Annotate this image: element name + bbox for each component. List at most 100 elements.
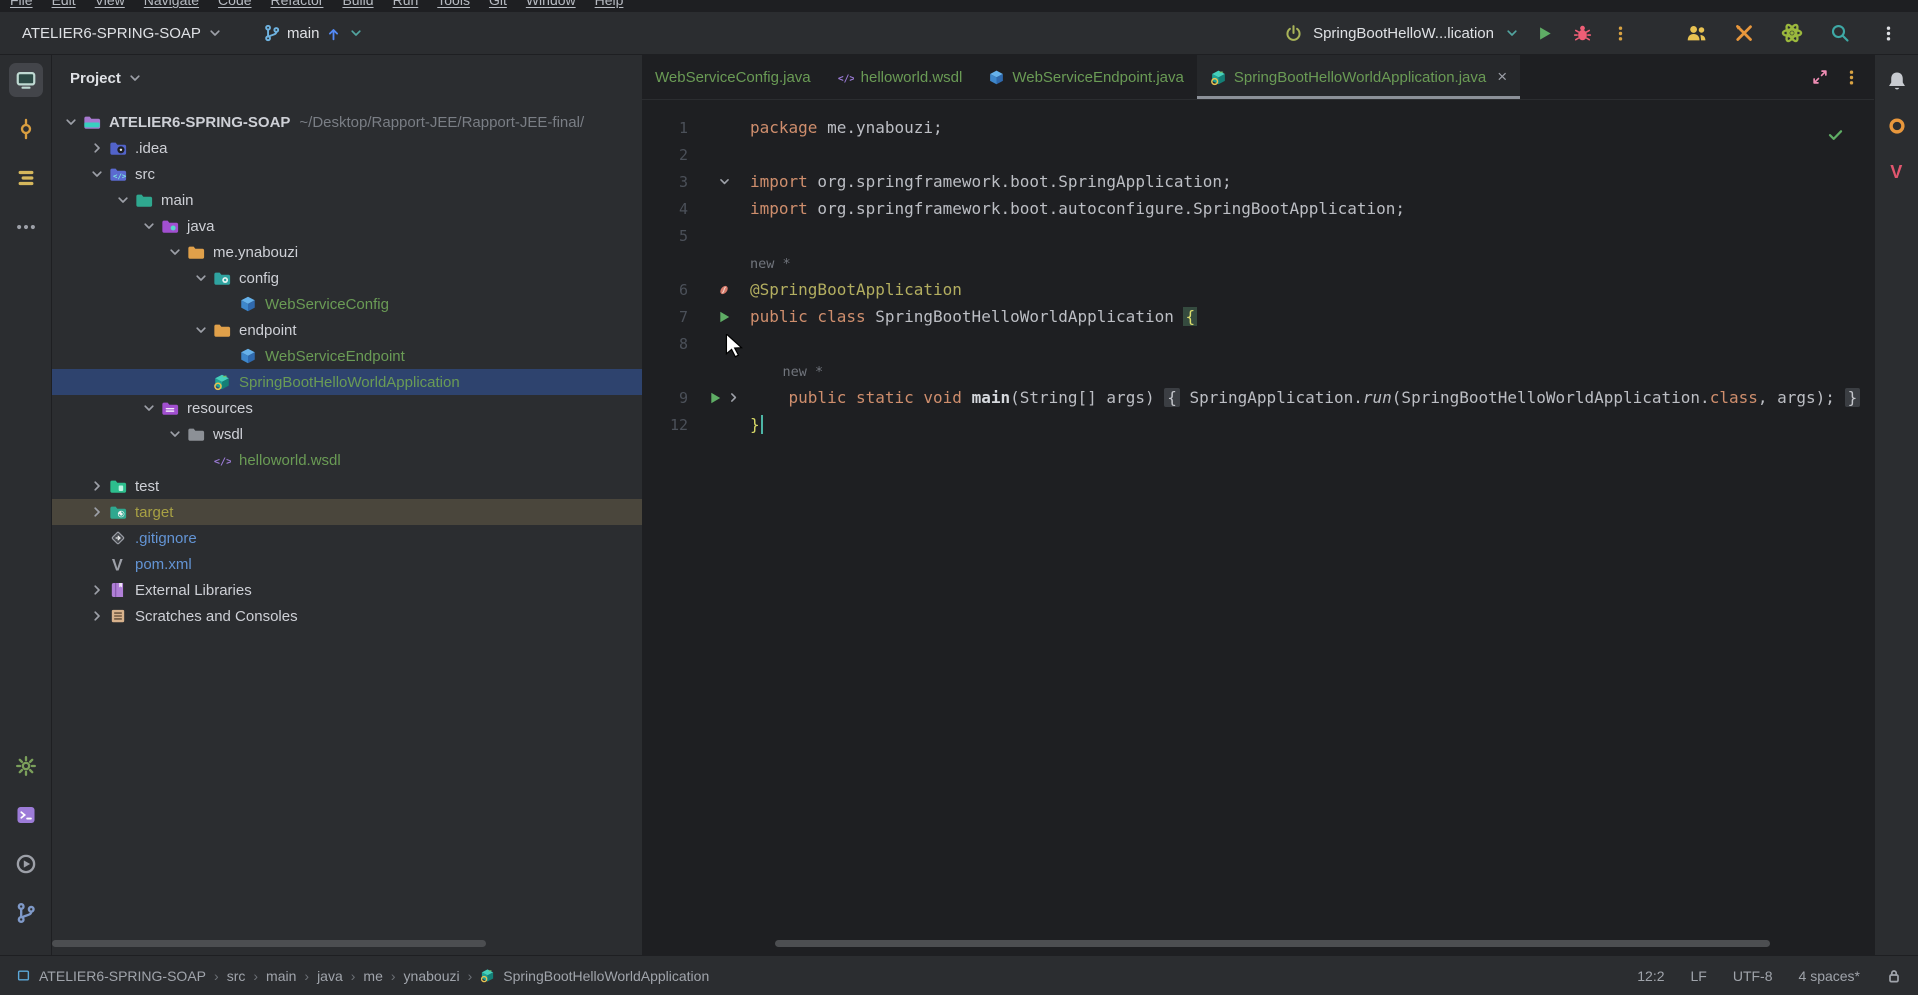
- tree-item-atelier6-spring-soap[interactable]: ATELIER6-SPRING-SOAP~/Desktop/Rapport-JE…: [52, 109, 642, 135]
- tree-item-helloworld-wsdl[interactable]: </>helloworld.wsdl: [52, 447, 642, 473]
- services-icon[interactable]: [9, 847, 43, 881]
- tree-item-target[interactable]: target: [52, 499, 642, 525]
- tree-item-wsdl[interactable]: wsdl: [52, 421, 642, 447]
- line-ending-widget[interactable]: LF: [1691, 968, 1707, 984]
- fold-collapsed-icon[interactable]: [726, 390, 741, 405]
- menu-help[interactable]: Help: [595, 0, 624, 8]
- code-line-2[interactable]: 2: [642, 141, 1874, 168]
- tree-item-pom-xml[interactable]: Vpom.xml: [52, 551, 642, 577]
- push-arrow-icon[interactable]: [325, 25, 342, 42]
- menu-navigate[interactable]: Navigate: [144, 0, 199, 8]
- run-config-selector[interactable]: SpringBootHelloW...lication: [1313, 25, 1494, 42]
- menu-run[interactable]: Run: [393, 0, 419, 8]
- code-line-6[interactable]: 6@SpringBootApplication: [642, 276, 1874, 303]
- gradle-icon[interactable]: [1883, 112, 1911, 140]
- more-run-options-button[interactable]: [1606, 19, 1634, 47]
- tree-item-gitignore[interactable]: .gitignore: [52, 525, 642, 551]
- tree-item-springboothelloworldapplication[interactable]: SpringBootHelloWorldApplication: [52, 369, 642, 395]
- tree-item-java[interactable]: java: [52, 213, 642, 239]
- chevron-right-icon[interactable]: [86, 140, 108, 156]
- spring-bean-gutter-icon[interactable]: [716, 282, 732, 298]
- encoding-widget[interactable]: UTF-8: [1733, 968, 1773, 984]
- tree-item-me-ynabouzi[interactable]: me.ynabouzi: [52, 239, 642, 265]
- chevron-down-icon[interactable]: [190, 322, 212, 338]
- code-line-4[interactable]: 4import org.springframework.boot.autocon…: [642, 195, 1874, 222]
- chevron-down-icon[interactable]: [164, 244, 186, 260]
- tree-item-webserviceendpoint[interactable]: WebServiceEndpoint: [52, 343, 642, 369]
- code-line-7[interactable]: 7public class SpringBootHelloWorldApplic…: [642, 303, 1874, 330]
- chevron-down-icon[interactable]: [138, 218, 160, 234]
- run-gutter-icon[interactable]: [707, 390, 723, 406]
- tab-springboothelloworldapplication-java[interactable]: SpringBootHelloWorldApplication.java×: [1197, 55, 1520, 99]
- menu-git[interactable]: Git: [489, 0, 507, 8]
- tree-item-resources[interactable]: resources: [52, 395, 642, 421]
- code-line-12[interactable]: 12}: [642, 411, 1874, 438]
- debug-button[interactable]: [1568, 19, 1596, 47]
- menu-edit[interactable]: Edit: [52, 0, 76, 8]
- tree-item-idea[interactable]: .idea: [52, 135, 642, 161]
- breadcrumb-item-springboothelloworldapplication[interactable]: SpringBootHelloWorldApplication: [503, 968, 709, 984]
- tree-item-endpoint[interactable]: endpoint: [52, 317, 642, 343]
- vcs-widget[interactable]: main: [263, 24, 365, 42]
- lock-icon[interactable]: [1886, 968, 1902, 984]
- run-gutter-icon[interactable]: [716, 309, 732, 325]
- tree-item-external-libraries[interactable]: External Libraries: [52, 577, 642, 603]
- chevron-down-icon[interactable]: [190, 270, 212, 286]
- code-line-1[interactable]: 1package me.ynabouzi;: [642, 114, 1874, 141]
- chevron-down-icon[interactable]: [112, 192, 134, 208]
- project-icon[interactable]: [9, 63, 43, 97]
- run-button[interactable]: [1530, 19, 1558, 47]
- more-icon[interactable]: [9, 210, 43, 244]
- breadcrumb-item-java[interactable]: java: [317, 968, 343, 984]
- commit-icon[interactable]: [9, 112, 43, 146]
- tree-item-src[interactable]: </>src: [52, 161, 642, 187]
- breadcrumb-item-src[interactable]: src: [227, 968, 246, 984]
- tree-item-scratches-and-consoles[interactable]: Scratches and Consoles: [52, 603, 642, 629]
- breadcrumb-item-atelier6-spring-soap[interactable]: ATELIER6-SPRING-SOAP: [39, 968, 206, 984]
- code-line-5[interactable]: 5: [642, 222, 1874, 249]
- tab-options-kebab-icon[interactable]: [1843, 69, 1860, 86]
- caret-position-widget[interactable]: 12:2: [1637, 968, 1664, 984]
- fold-expanded-icon[interactable]: [717, 174, 732, 189]
- menu-view[interactable]: View: [95, 0, 125, 8]
- main-menu-kebab-button[interactable]: [1874, 19, 1902, 47]
- code-line-8[interactable]: 8: [642, 330, 1874, 357]
- ai-atom-button[interactable]: [1778, 19, 1806, 47]
- tab-webserviceconfig-java[interactable]: WebServiceConfig.java: [642, 55, 824, 99]
- structure-icon[interactable]: [9, 161, 43, 195]
- tab-helloworld-wsdl[interactable]: </>helloworld.wsdl: [824, 55, 976, 99]
- settings-gear-icon[interactable]: [9, 749, 43, 783]
- breadcrumb-item-ynabouzi[interactable]: ynabouzi: [404, 968, 460, 984]
- chevron-down-icon[interactable]: [138, 400, 160, 416]
- tab-webserviceendpoint-java[interactable]: WebServiceEndpoint.java: [975, 55, 1197, 99]
- breadcrumb-item-me[interactable]: me: [363, 968, 382, 984]
- code-line-9[interactable]: 9 public static void main(String[] args)…: [642, 384, 1874, 411]
- chevron-down-icon[interactable]: [86, 166, 108, 182]
- git-branch-icon[interactable]: [9, 896, 43, 930]
- tools-button[interactable]: [1730, 19, 1758, 47]
- maven-icon[interactable]: V: [1883, 157, 1911, 185]
- chevron-right-icon[interactable]: [86, 478, 108, 494]
- expand-editor-icon[interactable]: [1811, 68, 1829, 86]
- terminal-icon[interactable]: [9, 798, 43, 832]
- code-with-me-users-button[interactable]: [1682, 19, 1710, 47]
- menu-build[interactable]: Build: [342, 0, 373, 8]
- menu-code[interactable]: Code: [218, 0, 251, 8]
- notifications-bell-icon[interactable]: [1883, 67, 1911, 95]
- project-panel-header[interactable]: Project: [52, 55, 642, 101]
- chevron-down-icon[interactable]: [60, 114, 82, 130]
- tree-item-main[interactable]: main: [52, 187, 642, 213]
- menu-window[interactable]: Window: [526, 0, 576, 8]
- chevron-right-icon[interactable]: [86, 582, 108, 598]
- project-selector[interactable]: ATELIER6-SPRING-SOAP: [22, 25, 223, 42]
- code-editor[interactable]: 1package me.ynabouzi;23import org.spring…: [642, 100, 1874, 955]
- project-panel-hscrollbar[interactable]: [52, 940, 486, 947]
- chevron-down-icon[interactable]: [127, 70, 143, 86]
- code-line-3[interactable]: 3import org.springframework.boot.SpringA…: [642, 168, 1874, 195]
- menu-tools[interactable]: Tools: [437, 0, 470, 8]
- tree-item-test[interactable]: test: [52, 473, 642, 499]
- close-tab-icon[interactable]: ×: [1497, 67, 1507, 87]
- breadcrumb-item-main[interactable]: main: [266, 968, 296, 984]
- search-everywhere-button[interactable]: [1826, 19, 1854, 47]
- indent-widget[interactable]: 4 spaces*: [1799, 968, 1860, 984]
